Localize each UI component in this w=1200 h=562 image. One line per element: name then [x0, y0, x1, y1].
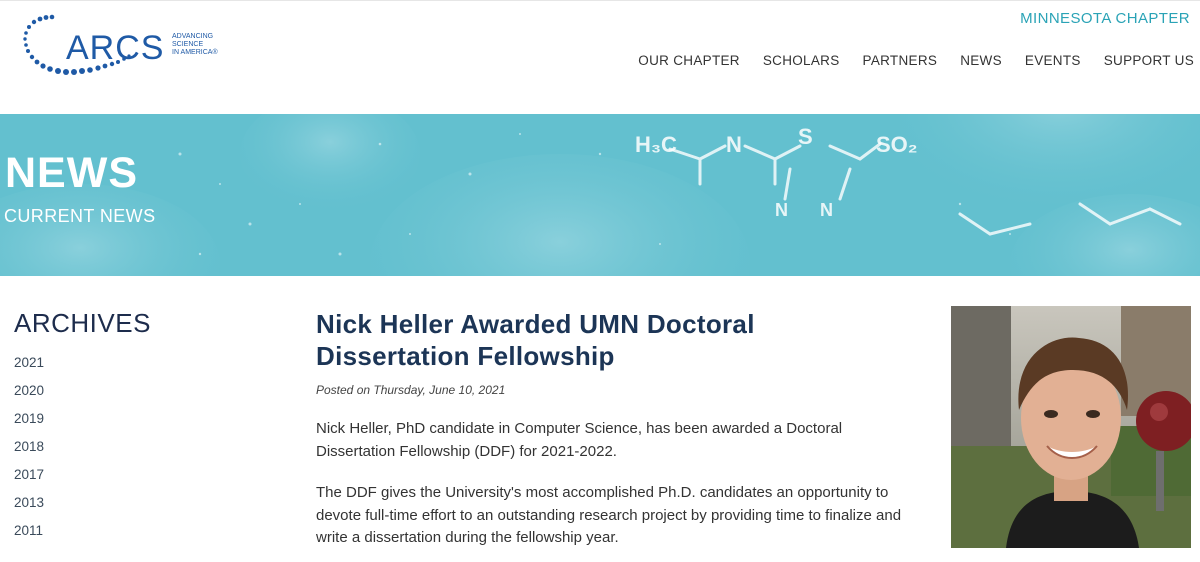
post-date: Posted on Thursday, June 10, 2021 [316, 383, 506, 397]
arcs-logo[interactable]: ARCS ADVANCING SCIENCE IN AMERICA® [22, 13, 222, 81]
archive-year-link[interactable]: 2011 [14, 522, 44, 550]
article-paragraph: Nick Heller, PhD candidate in Computer S… [316, 420, 843, 460]
nav-item-our-chapter[interactable]: OUR CHAPTER [638, 53, 740, 68]
nav-item-news[interactable]: NEWS [960, 53, 1002, 68]
page-banner: H₃C N S SO₂ N N NEWS CURRENT NEWS [0, 114, 1200, 276]
article-title: Nick Heller Awarded UMN Doctoral Dissert… [316, 309, 755, 371]
site-header: ARCS ADVANCING SCIENCE IN AMERICA® MINNE… [0, 0, 1200, 115]
archives-list: 2021 2020 2019 2018 2017 2013 2011 [14, 354, 44, 550]
scholar-photo [951, 306, 1191, 548]
logo-tagline: ADVANCING SCIENCE IN AMERICA® [172, 33, 218, 57]
portrait-image [951, 306, 1191, 548]
molecule-label: S [798, 124, 813, 149]
archive-year-link[interactable]: 2017 [14, 466, 44, 494]
nav-item-partners[interactable]: PARTNERS [863, 53, 938, 68]
molecule-label: N [820, 200, 833, 220]
molecule-label: N [726, 132, 742, 157]
molecule-label: H₃C [635, 132, 677, 157]
nav-item-support-us[interactable]: SUPPORT US [1104, 53, 1194, 68]
logo-tagline-line: IN AMERICA® [172, 49, 218, 56]
archive-year-link[interactable]: 2020 [14, 382, 44, 410]
nav-item-scholars[interactable]: SCHOLARS [763, 53, 840, 68]
logo-wordmark: ARCS [66, 29, 165, 67]
chapter-label[interactable]: MINNESOTA CHAPTER [1020, 10, 1190, 27]
article-paragraph: The DDF gives the University's most acco… [316, 484, 902, 546]
archives-heading: ARCHIVES [14, 308, 151, 338]
archive-year-link[interactable]: 2021 [14, 354, 44, 382]
logo-tagline-line: ADVANCING [172, 33, 214, 40]
archive-year-link[interactable]: 2019 [14, 410, 44, 438]
archive-year-link[interactable]: 2013 [14, 494, 44, 522]
molecule-pattern-background: H₃C N S SO₂ N N [0, 114, 1200, 276]
molecule-label: SO₂ [876, 132, 918, 157]
archive-year-link[interactable]: 2018 [14, 438, 44, 466]
logo-tagline-line: SCIENCE [172, 41, 204, 48]
page-subtitle: CURRENT NEWS [4, 206, 156, 226]
main-nav: OUR CHAPTER SCHOLARS PARTNERS NEWS EVENT… [615, 53, 1194, 68]
page-title: NEWS [5, 149, 138, 197]
molecule-label: N [775, 200, 788, 220]
nav-item-events[interactable]: EVENTS [1025, 53, 1081, 68]
